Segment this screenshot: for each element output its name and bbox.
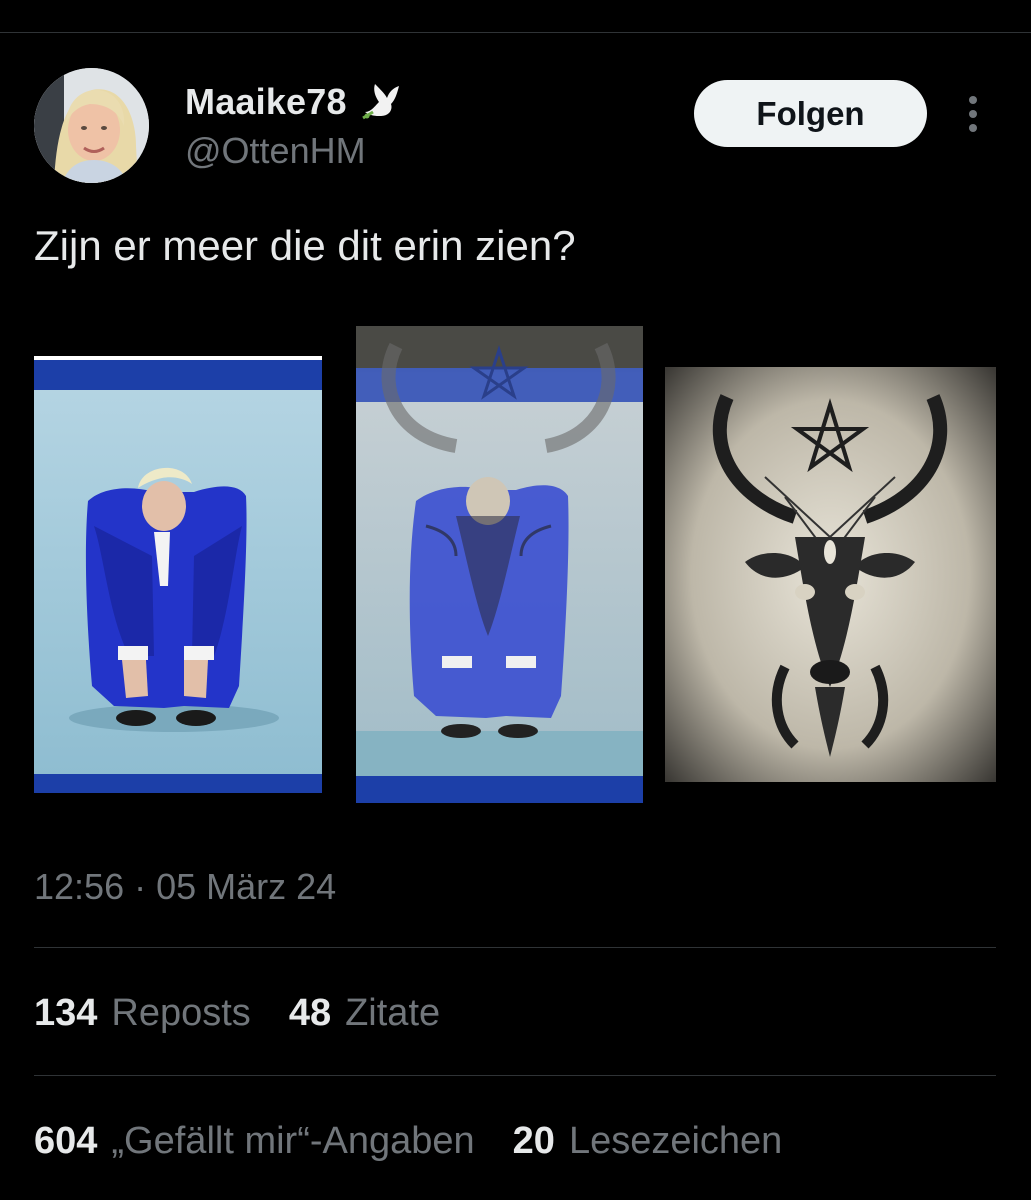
bookmarks-count: 20 (512, 1120, 555, 1162)
tweet-timestamp[interactable]: 12:56 · 05 März 24 (34, 866, 336, 908)
media-image-3[interactable] (665, 367, 996, 782)
bookmarks-stat[interactable]: 20 Lesezeichen (513, 1120, 783, 1163)
dove-icon (359, 82, 403, 122)
reposts-stat[interactable]: 134 Reposts (34, 992, 251, 1035)
quotes-count: 48 (288, 992, 332, 1034)
follow-button[interactable]: Folgen (694, 80, 927, 147)
likes-label: „Gefällt mir“-Angaben (111, 1120, 475, 1162)
reposts-count: 134 (34, 992, 98, 1034)
likes-count: 604 (34, 1120, 98, 1162)
more-options-icon[interactable] (960, 92, 986, 136)
avatar-image (34, 68, 149, 183)
divider-1 (34, 947, 996, 948)
reposts-label: Reposts (111, 992, 251, 1034)
media-image-2[interactable] (356, 326, 643, 803)
tweet-text: Zijn er meer die dit erin zien? (34, 222, 576, 269)
divider-2 (34, 1075, 996, 1076)
quotes-stat[interactable]: 48 Zitate (289, 992, 440, 1035)
avatar[interactable] (34, 68, 149, 183)
author-display-name[interactable]: Maaike78 (185, 81, 347, 123)
media-image-1[interactable] (34, 356, 322, 793)
bookmarks-label: Lesezeichen (568, 1120, 783, 1162)
likes-stat[interactable]: 604 „Gefällt mir“-Angaben (34, 1120, 475, 1163)
author-name-row[interactable]: Maaike78 (185, 80, 403, 124)
stats-row-1: 134 Reposts 48 Zitate (34, 992, 440, 1035)
stats-row-2: 604 „Gefällt mir“-Angaben 20 Lesezeichen (34, 1120, 782, 1163)
author-handle[interactable]: @OttenHM (185, 130, 366, 172)
quotes-label: Zitate (345, 992, 441, 1034)
top-divider (0, 32, 1031, 33)
